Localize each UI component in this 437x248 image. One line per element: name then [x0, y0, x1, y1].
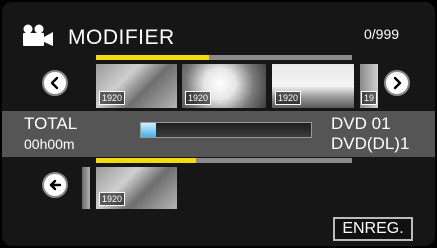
page-title: MODIFIER — [68, 26, 175, 49]
resolution-badge: 1920 — [99, 91, 126, 105]
bottom-progress-fill — [96, 158, 196, 163]
selected-thumbnail[interactable]: 1920 — [96, 167, 177, 209]
disc-type-label: DVD(DL)1 — [331, 134, 410, 153]
save-button[interactable]: ENREG. — [333, 217, 413, 241]
capacity-bar — [140, 122, 312, 138]
screen-frame: MODIFIER 0/999 1920 1920 1920 19 TOTAL 0… — [2, 2, 435, 246]
chevron-left-icon — [50, 76, 59, 90]
bottom-progress-bar — [96, 158, 352, 163]
prev-button[interactable] — [42, 70, 68, 96]
next-button[interactable] — [384, 70, 410, 96]
capacity-fill — [141, 123, 157, 137]
resolution-badge: 1920 — [185, 91, 212, 105]
disc-count-label: DVD 01 — [331, 114, 391, 133]
total-label: TOTAL — [24, 114, 78, 133]
resolution-badge: 1920 — [275, 91, 302, 105]
resolution-badge: 19 — [361, 91, 378, 105]
top-progress-fill — [96, 55, 209, 60]
back-button[interactable] — [42, 172, 68, 198]
movie-camera-icon — [23, 24, 53, 46]
chevron-right-icon — [393, 76, 402, 90]
total-time: 00h00m — [24, 136, 75, 152]
top-progress-bar — [96, 55, 352, 60]
scene-counter: 0/999 — [364, 26, 400, 42]
thumbnail-3[interactable]: 1920 — [272, 64, 354, 108]
thumbnail-selected-edge — [82, 167, 90, 209]
thumbnail-4[interactable]: 19 — [360, 64, 378, 108]
thumbnail-1[interactable]: 1920 — [96, 64, 177, 108]
thumbnail-2[interactable]: 1920 — [182, 64, 266, 108]
arrow-left-icon — [49, 179, 62, 191]
resolution-badge: 1920 — [99, 192, 126, 206]
